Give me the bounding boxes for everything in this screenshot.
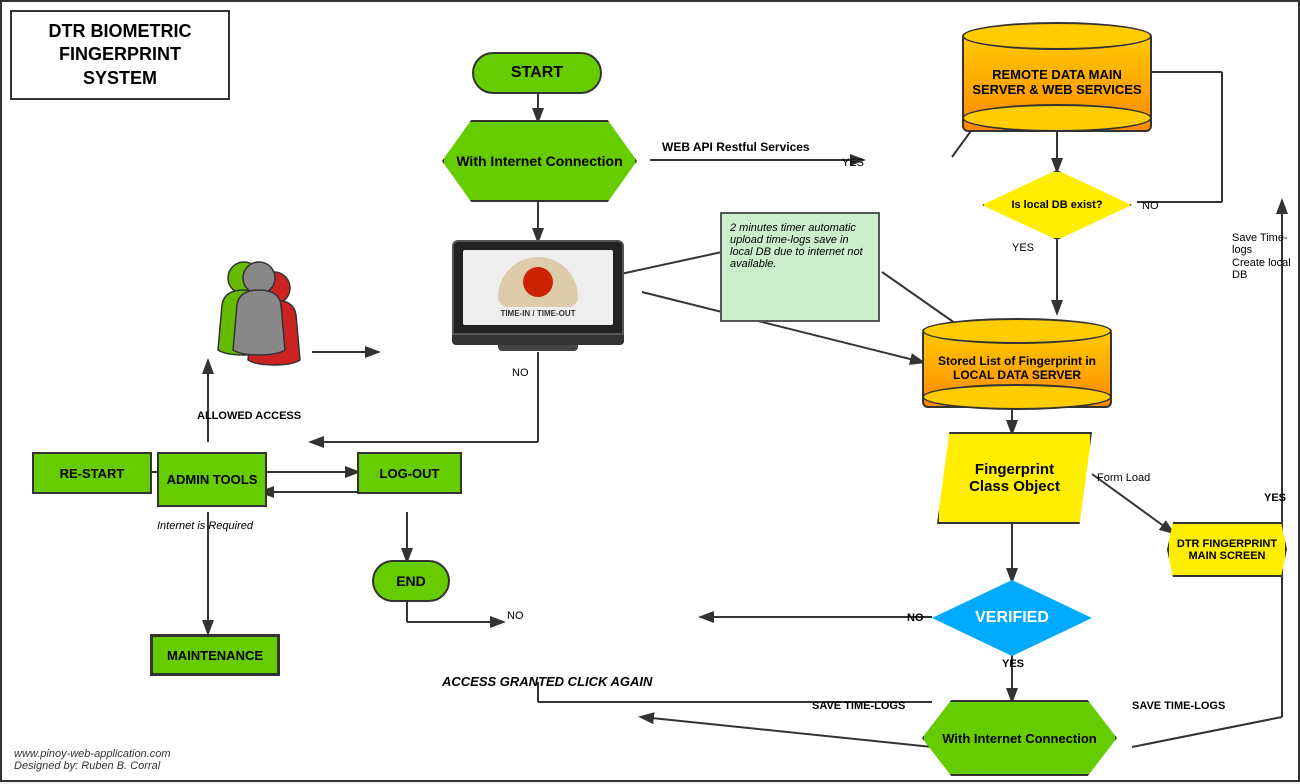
internet-connection-2-shape: With Internet Connection xyxy=(922,700,1117,776)
diagram-title: DTR BIOMETRIC FINGERPRINT SYSTEM xyxy=(10,10,230,100)
admin-tools-shape: ADMIN TOOLS xyxy=(157,452,267,507)
footer: www.pinoy-web-application.com Designed b… xyxy=(14,748,171,772)
diagram-container: DTR BIOMETRIC FINGERPRINT SYSTEM START W… xyxy=(0,0,1300,782)
web-api-label: WEB API Restful Services xyxy=(662,140,810,154)
yes3-label: YES xyxy=(1264,492,1286,504)
remote-server-shape: REMOTE DATA MAIN SERVER & WEB SERVICES xyxy=(962,12,1152,132)
start-shape: START xyxy=(472,52,602,94)
form-load-label: Form Load xyxy=(1097,472,1150,484)
title-text: DTR BIOMETRIC FINGERPRINT SYSTEM xyxy=(49,21,192,88)
no4-label: NO xyxy=(907,612,924,624)
access-granted-label: ACCESS GRANTED CLICK AGAIN xyxy=(442,674,652,689)
create-local-db-label: Create local DB xyxy=(1232,257,1298,281)
allowed-access-label: ALLOWED ACCESS xyxy=(197,410,301,422)
restart-shape: RE-START xyxy=(32,452,152,494)
local-server-shape: Stored List of Fingerprint in LOCAL DATA… xyxy=(922,310,1112,410)
yes2-label: YES xyxy=(1012,242,1034,254)
verified-shape: VERIFIED xyxy=(932,580,1092,656)
is-local-db-shape: Is local DB exist? xyxy=(982,170,1132,240)
persons-group xyxy=(192,260,322,360)
dtr-main-screen-shape: DTR FINGERPRINT MAIN SCREEN xyxy=(1167,522,1287,577)
yes1-label: YES xyxy=(842,157,864,169)
internet-connection-1-shape: With Internet Connection xyxy=(442,120,637,202)
end-shape: END xyxy=(372,560,450,602)
no2-label: NO xyxy=(512,367,529,379)
save-timelogs-left-label: SAVE TIME-LOGS xyxy=(812,700,905,712)
no1-label: NO xyxy=(1142,200,1159,212)
website-label: www.pinoy-web-application.com xyxy=(14,748,171,760)
no3-label: NO xyxy=(507,610,524,622)
designer-label: Designed by: Ruben B. Corral xyxy=(14,760,171,772)
save-timelogs-top-label: Save Time-logs xyxy=(1232,232,1298,256)
fingerprint-class-shape: Fingerprint Class Object xyxy=(937,432,1092,524)
logout-shape: LOG-OUT xyxy=(357,452,462,494)
time-in-out-shape: TIME-IN / TIME-OUT xyxy=(452,240,624,358)
save-timelogs-right-label: SAVE TIME-LOGS xyxy=(1132,700,1225,712)
timer-note-shape: 2 minutes timer automatic upload time-lo… xyxy=(720,212,880,322)
maintenance-shape: MAINTENANCE xyxy=(150,634,280,676)
yes4-label: YES xyxy=(1002,658,1024,670)
internet-required-label: Internet is Required xyxy=(157,520,253,532)
